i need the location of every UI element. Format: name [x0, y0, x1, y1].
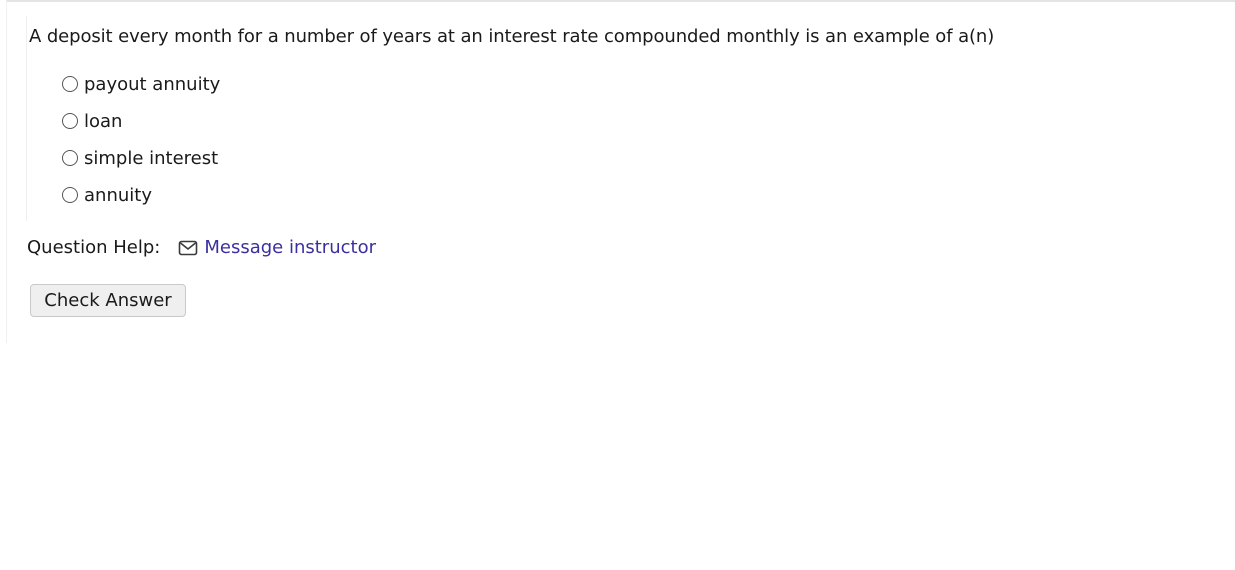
- radio-button[interactable]: [62, 75, 78, 92]
- option-label: simple interest: [84, 147, 219, 169]
- left-divider: [6, 0, 7, 343]
- question-text: A deposit every month for a number of ye…: [29, 26, 995, 47]
- option-loan[interactable]: loan: [62, 103, 220, 140]
- option-payout-annuity[interactable]: payout annuity: [62, 66, 220, 103]
- radio-button[interactable]: [62, 112, 78, 129]
- option-label: annuity: [84, 184, 152, 206]
- radio-button[interactable]: [62, 149, 78, 166]
- check-answer-button[interactable]: Check Answer: [30, 284, 186, 317]
- radio-button[interactable]: [62, 186, 78, 203]
- question-help: Question Help: Message instructor: [27, 237, 376, 259]
- question-block: A deposit every month for a number of ye…: [26, 16, 1027, 221]
- option-label: payout annuity: [84, 73, 221, 95]
- top-divider: [6, 0, 1235, 2]
- message-instructor-link[interactable]: Message instructor: [204, 237, 376, 259]
- mail-icon[interactable]: [178, 240, 198, 256]
- option-label: loan: [84, 110, 123, 132]
- option-annuity[interactable]: annuity: [62, 177, 220, 214]
- answer-options: payout annuity loan simple interest annu…: [62, 66, 220, 214]
- question-help-label: Question Help:: [27, 237, 161, 258]
- option-simple-interest[interactable]: simple interest: [62, 140, 220, 177]
